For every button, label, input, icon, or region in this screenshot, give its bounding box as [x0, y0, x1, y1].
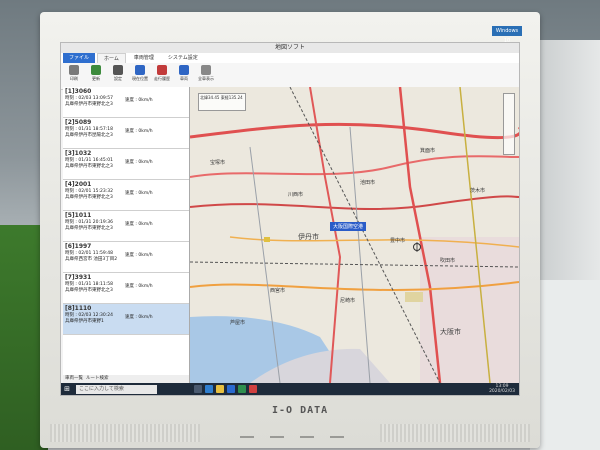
background-shelf [530, 40, 600, 280]
ribbon-toolbar: 印刷 更新 設定 現在位置 走行履歴 車両 全車表示 [61, 63, 519, 90]
ribbon-tabs: ファイル ホーム 車両管理 システム設定 [61, 53, 519, 63]
vehicle-speed: 速度 : 0km/h [125, 98, 153, 103]
tools-icon [113, 65, 123, 75]
history-icon [157, 65, 167, 75]
mail-icon[interactable] [238, 385, 246, 393]
all-vehicles-button[interactable]: 全車表示 [197, 65, 215, 87]
vehicle-list-item[interactable]: [1]3060 時刻 : 02/03 13:09:57 速度 : 0km/h 兵… [63, 87, 189, 118]
vehicle-id: [2]5089 [65, 119, 92, 126]
vehicle-id: [4]2001 [65, 181, 92, 188]
vehicle-id: [6]1997 [65, 243, 92, 250]
vehicle-list-item[interactable]: [2]5089 時刻 : 01/31 18:57:18 速度 : 0km/h 兵… [63, 118, 189, 149]
history-button[interactable]: 走行履歴 [153, 65, 171, 87]
zoom-slider[interactable] [503, 93, 515, 155]
location-button[interactable]: 現在位置 [131, 65, 149, 87]
map-label: 池田市 [360, 180, 376, 186]
map-label: 芦屋市 [230, 320, 246, 326]
print-button[interactable]: 印刷 [65, 65, 83, 87]
taskbar-clock: 13:09 2020/02/03 [489, 384, 519, 394]
map-roads [190, 87, 519, 383]
map-label: 伊丹市 [298, 233, 319, 241]
file-explorer-icon[interactable] [216, 385, 224, 393]
printer-icon [69, 65, 79, 75]
title-bar: 地図ソフト [61, 43, 519, 53]
task-view-icon[interactable] [194, 385, 202, 393]
monitor-button[interactable] [330, 436, 344, 438]
background-desk [530, 280, 600, 450]
vehicle-speed: 速度 : 0km/h [125, 191, 153, 196]
settings-button[interactable]: 設定 [109, 65, 127, 87]
map-highlight-tag: 大阪国際空港 [330, 222, 367, 231]
map-label: 宝塚市 [210, 160, 226, 166]
map-label: 吹田市 [440, 258, 456, 264]
refresh-icon [91, 65, 101, 75]
tab-vehicle-list[interactable]: 車両一覧 [65, 375, 83, 383]
vehicle-id: [3]1032 [65, 150, 92, 157]
coordinate-readout: 北緯34.45 東経135.24 [198, 93, 246, 111]
refresh-button[interactable]: 更新 [87, 65, 105, 87]
monitor-button[interactable] [270, 436, 284, 438]
location-icon [135, 65, 145, 75]
vehicle-id: [1]3060 [65, 88, 92, 95]
monitor-button[interactable] [240, 436, 254, 438]
vehicle-speed: 速度 : 0km/h [125, 129, 153, 134]
monitor-brand-logo: I-O DATA [272, 405, 329, 416]
map-label: 大阪市 [440, 328, 461, 336]
vehicle-list-item[interactable]: [6]1997 時刻 : 02/01 11:59:48 速度 : 0km/h 兵… [63, 242, 189, 273]
map-view[interactable]: 北緯34.45 東経135.24 大阪国際空港 伊丹市 宝塚市 川西市 池田市 … [190, 87, 519, 383]
map-label: 茨木市 [470, 188, 486, 194]
vehicle-speed: 速度 : 0km/h [125, 253, 153, 258]
map-label: 西宮市 [270, 288, 286, 294]
tab-home[interactable]: ホーム [97, 53, 126, 63]
tab-vehicle[interactable]: 車両管理 [128, 53, 160, 63]
vehicle-list-item[interactable]: [5]1011 時刻 : 01/31 20:19:36 速度 : 0km/h 兵… [63, 211, 189, 242]
vehicle-speed: 速度 : 0km/h [125, 315, 153, 320]
panel-footer-tabs: 車両一覧 ルート検索 [63, 375, 189, 383]
map-label: 尼崎市 [340, 298, 356, 304]
left-speaker-grille [50, 424, 200, 442]
map-label: 箕面市 [420, 148, 436, 154]
map-label: 豊中市 [390, 238, 406, 244]
vehicle-speed: 速度 : 0km/h [125, 222, 153, 227]
vehicle-speed: 速度 : 0km/h [125, 160, 153, 165]
windows-badge: Windows 10 [492, 26, 522, 44]
vehicle-speed: 速度 : 0km/h [125, 284, 153, 289]
screen: 地図ソフト ファイル ホーム 車両管理 システム設定 印刷 更新 設定 現在位置… [60, 42, 520, 396]
all-vehicles-icon [201, 65, 211, 75]
store-icon[interactable] [227, 385, 235, 393]
clock-date: 2020/02/03 [489, 389, 515, 394]
taskbar-search-input[interactable]: ここに入力して検索 [76, 384, 157, 394]
windows-taskbar: ⊞ ここに入力して検索 13:09 2020/02/03 [61, 383, 519, 395]
tab-route-search[interactable]: ルート検索 [86, 375, 109, 383]
vehicle-marker-icon[interactable] [412, 242, 422, 252]
window-title: 地図ソフト [274, 44, 305, 51]
vehicle-id: [8]1110 [65, 305, 92, 312]
vehicle-id: [7]3931 [65, 274, 92, 281]
app-icon[interactable] [249, 385, 257, 393]
tab-file[interactable]: ファイル [63, 53, 96, 63]
edge-browser-icon[interactable] [205, 385, 213, 393]
monitor: Windows 10 地図ソフト ファイル ホーム 車両管理 システム設定 印刷… [40, 12, 540, 448]
windows-start-icon[interactable]: ⊞ [61, 383, 73, 395]
right-speaker-grille [380, 424, 530, 442]
vehicle-list-item[interactable]: [3]1032 時刻 : 01/31 16:45:01 速度 : 0km/h 兵… [63, 149, 189, 180]
car-icon [179, 65, 189, 75]
vehicle-id: [5]1011 [65, 212, 92, 219]
tab-system[interactable]: システム設定 [162, 53, 204, 63]
vehicle-list-item[interactable]: [4]2001 時刻 : 02/01 15:23:32 速度 : 0km/h 兵… [63, 180, 189, 211]
vehicle-list-item[interactable]: [7]3931 時刻 : 01/31 18:11:58 速度 : 0km/h 兵… [63, 273, 189, 304]
vehicle-list-item-selected[interactable]: [8]1110 時刻 : 02/03 12:30:24 速度 : 0km/h 兵… [63, 304, 189, 335]
vehicle-list-panel: [1]3060 時刻 : 02/03 13:09:57 速度 : 0km/h 兵… [63, 87, 190, 383]
monitor-button[interactable] [300, 436, 314, 438]
map-label: 川西市 [288, 192, 304, 198]
vehicle-button[interactable]: 車両 [175, 65, 193, 87]
